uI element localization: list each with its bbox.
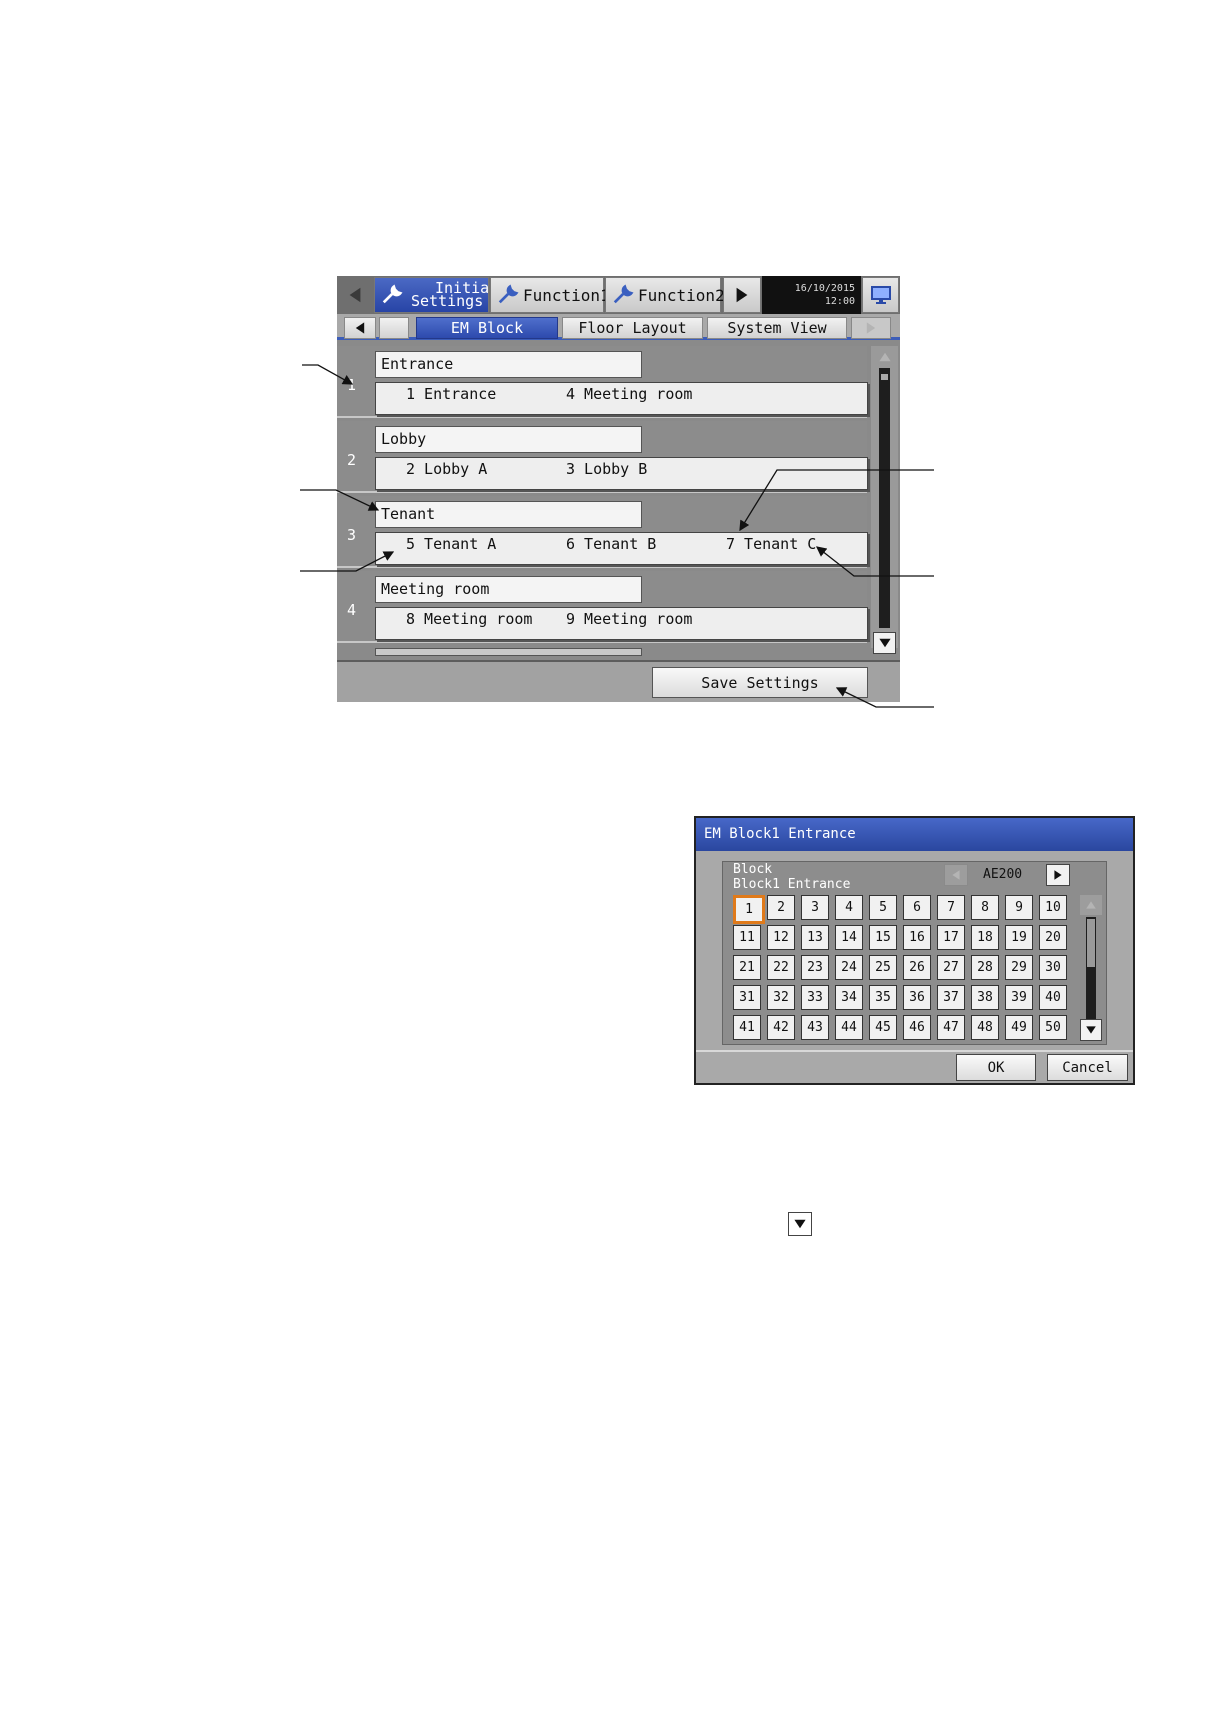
unit-cell[interactable]: 16	[903, 925, 931, 950]
unit-cell[interactable]: 9	[1005, 895, 1033, 920]
unit-cell[interactable]: 48	[971, 1015, 999, 1040]
unit-cell[interactable]: 14	[835, 925, 863, 950]
unit-cell[interactable]: 49	[1005, 1015, 1033, 1040]
unit-cell[interactable]: 13	[801, 925, 829, 950]
unit-cell[interactable]: 20	[1039, 925, 1067, 950]
unit-cell[interactable]: 34	[835, 985, 863, 1010]
callout-block-number	[302, 364, 354, 385]
unit-cell[interactable]: 1	[733, 895, 765, 924]
unit-cell[interactable]: 44	[835, 1015, 863, 1040]
ok-button[interactable]: OK	[956, 1054, 1036, 1081]
unit-cell[interactable]: 36	[903, 985, 931, 1010]
down-arrow-icon	[794, 1219, 806, 1229]
unit-cell[interactable]: 28	[971, 955, 999, 980]
unit-cell[interactable]: 38	[971, 985, 999, 1010]
dialog-scroll-thumb[interactable]	[1087, 919, 1095, 967]
em-block-dialog: EM Block1 Entrance Block Block1 Entrance…	[694, 816, 1135, 1085]
unit-cell[interactable]: 8	[971, 895, 999, 920]
unit-cell[interactable]: 32	[767, 985, 795, 1010]
down-arrow-button-icon	[788, 1212, 812, 1236]
down-arrow-icon	[1086, 1026, 1096, 1034]
unit-cell[interactable]: 46	[903, 1015, 931, 1040]
unit-cell[interactable]: 15	[869, 925, 897, 950]
unit-cell[interactable]: 31	[733, 985, 761, 1010]
unit-cell[interactable]: 43	[801, 1015, 829, 1040]
block-label: Block	[733, 862, 773, 877]
unit-cell[interactable]: 29	[1005, 955, 1033, 980]
unit-cell[interactable]: 25	[869, 955, 897, 980]
dialog-title: EM Block1 Entrance	[696, 818, 1133, 851]
unit-cell[interactable]: 12	[767, 925, 795, 950]
unit-cell[interactable]: 41	[733, 1015, 761, 1040]
right-arrow-icon	[1054, 870, 1062, 880]
unit-cell[interactable]: 47	[937, 1015, 965, 1040]
controller-prev-button[interactable]	[944, 864, 968, 886]
unit-cell[interactable]: 19	[1005, 925, 1033, 950]
unit-cell[interactable]: 5	[869, 895, 897, 920]
unit-cell[interactable]: 17	[937, 925, 965, 950]
unit-cell[interactable]: 39	[1005, 985, 1033, 1010]
unit-cell[interactable]: 33	[801, 985, 829, 1010]
unit-cell[interactable]: 2	[767, 895, 795, 920]
unit-cell[interactable]: 40	[1039, 985, 1067, 1010]
unit-cell[interactable]: 30	[1039, 955, 1067, 980]
unit-cell[interactable]: 37	[937, 985, 965, 1010]
unit-cell[interactable]: 10	[1039, 895, 1067, 920]
unit-cell[interactable]: 11	[733, 925, 761, 950]
unit-cell[interactable]: 42	[767, 1015, 795, 1040]
unit-cell[interactable]: 3	[801, 895, 829, 920]
unit-cell[interactable]: 45	[869, 1015, 897, 1040]
unit-cell[interactable]: 7	[937, 895, 965, 920]
controller-next-button[interactable]	[1046, 864, 1070, 886]
left-arrow-icon	[952, 870, 960, 880]
callout-unit-item	[815, 546, 934, 577]
dialog-scrollbar[interactable]	[1080, 895, 1102, 1041]
callout-unit-field	[300, 551, 395, 572]
block-info: Block Block1 Entrance	[733, 862, 850, 892]
callout-save-button	[835, 687, 934, 708]
callout-block-name	[300, 489, 380, 511]
callout-unit-list	[739, 469, 934, 532]
unit-cell[interactable]: 23	[801, 955, 829, 980]
unit-cell[interactable]: 35	[869, 985, 897, 1010]
up-arrow-icon	[1086, 901, 1096, 909]
unit-cell[interactable]: 21	[733, 955, 761, 980]
unit-cell[interactable]: 24	[835, 955, 863, 980]
unit-cell[interactable]: 27	[937, 955, 965, 980]
dialog-scroll-up-button[interactable]	[1080, 895, 1102, 915]
unit-cell[interactable]: 18	[971, 925, 999, 950]
unit-cell[interactable]: 4	[835, 895, 863, 920]
unit-cell[interactable]: 22	[767, 955, 795, 980]
controller-name: AE200	[983, 867, 1023, 882]
unit-selection-panel: Block Block1 Entrance AE200 1 2 3 4 5 6 7 8 9 10 1…	[722, 861, 1107, 1045]
unit-cell[interactable]: 50	[1039, 1015, 1067, 1040]
unit-cell[interactable]: 26	[903, 955, 931, 980]
unit-cell[interactable]: 6	[903, 895, 931, 920]
dialog-separator	[696, 1050, 1133, 1052]
ok-label: OK	[987, 1059, 1005, 1076]
cancel-button[interactable]: Cancel	[1047, 1054, 1128, 1081]
cancel-label: Cancel	[1062, 1059, 1113, 1076]
block-name: Block1 Entrance	[733, 877, 851, 892]
dialog-scroll-down-button[interactable]	[1080, 1019, 1102, 1041]
